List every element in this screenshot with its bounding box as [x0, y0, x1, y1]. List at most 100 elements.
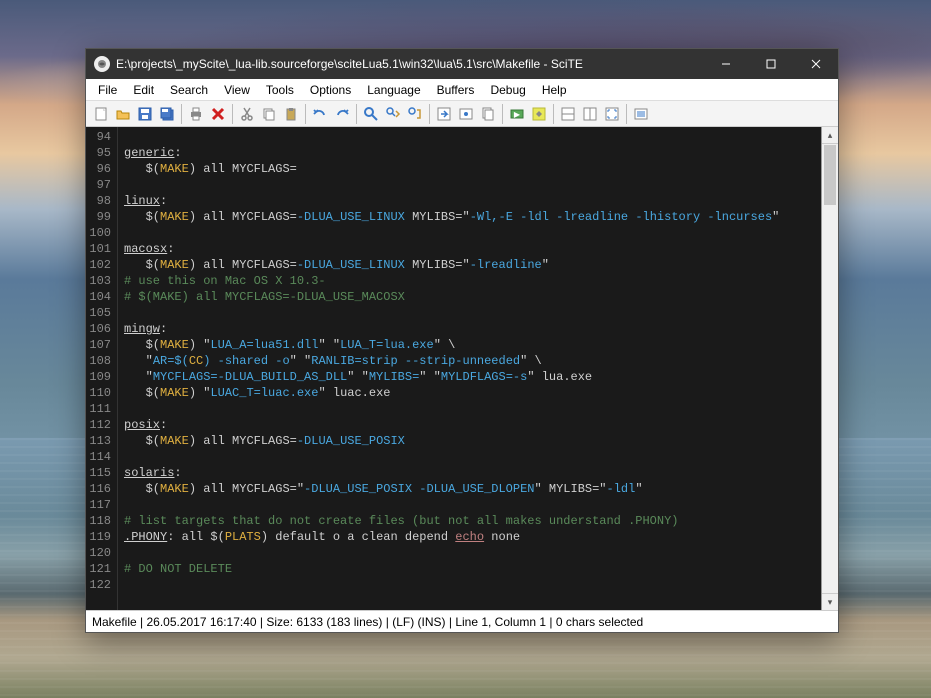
- compile-icon[interactable]: ▶: [506, 103, 528, 125]
- delete-icon[interactable]: [207, 103, 229, 125]
- scroll-thumb[interactable]: [824, 145, 836, 205]
- code-line[interactable]: [124, 545, 815, 561]
- code-line[interactable]: .PHONY: all $(PLATS) default o a clean d…: [124, 529, 815, 545]
- cut-icon[interactable]: [236, 103, 258, 125]
- menu-debug[interactable]: Debug: [482, 81, 533, 99]
- menu-help[interactable]: Help: [534, 81, 575, 99]
- line-number[interactable]: 96: [86, 161, 111, 177]
- code-line[interactable]: $(MAKE) all MYCFLAGS="-DLUA_USE_POSIX -D…: [124, 481, 815, 497]
- copy-icon[interactable]: [258, 103, 280, 125]
- code-line[interactable]: "MYCFLAGS=-DLUA_BUILD_AS_DLL" "MYLIBS=" …: [124, 369, 815, 385]
- code-line[interactable]: # DO NOT DELETE: [124, 561, 815, 577]
- line-number[interactable]: 101: [86, 241, 111, 257]
- line-number[interactable]: 109: [86, 369, 111, 385]
- save-icon[interactable]: [134, 103, 156, 125]
- code-line[interactable]: solaris:: [124, 465, 815, 481]
- line-number[interactable]: 115: [86, 465, 111, 481]
- code-line[interactable]: [124, 129, 815, 145]
- code-line[interactable]: # $(MAKE) all MYCFLAGS=-DLUA_USE_MACOSX: [124, 289, 815, 305]
- line-number[interactable]: 121: [86, 561, 111, 577]
- close-button[interactable]: [793, 49, 838, 79]
- code-line[interactable]: [124, 577, 815, 593]
- save-all-icon[interactable]: [156, 103, 178, 125]
- code-line[interactable]: [124, 305, 815, 321]
- line-number[interactable]: 111: [86, 401, 111, 417]
- code-line[interactable]: # list targets that do not create files …: [124, 513, 815, 529]
- code-line[interactable]: mingw:: [124, 321, 815, 337]
- code-line[interactable]: [124, 225, 815, 241]
- code-line[interactable]: # use this on Mac OS X 10.3-: [124, 273, 815, 289]
- minimize-button[interactable]: [703, 49, 748, 79]
- undo-icon[interactable]: [309, 103, 331, 125]
- code-line[interactable]: $(MAKE) all MYCFLAGS=-DLUA_USE_LINUX MYL…: [124, 257, 815, 273]
- bookmarks-icon[interactable]: [477, 103, 499, 125]
- line-number[interactable]: 107: [86, 337, 111, 353]
- line-number[interactable]: 114: [86, 449, 111, 465]
- line-gutter[interactable]: 9495969798991001011021031041051061071081…: [86, 127, 118, 610]
- find-icon[interactable]: [360, 103, 382, 125]
- line-number[interactable]: 106: [86, 321, 111, 337]
- line-number[interactable]: 108: [86, 353, 111, 369]
- line-number[interactable]: 94: [86, 129, 111, 145]
- line-number[interactable]: 120: [86, 545, 111, 561]
- goto-icon[interactable]: [433, 103, 455, 125]
- code-line[interactable]: $(MAKE) all MYCFLAGS=: [124, 161, 815, 177]
- code-line[interactable]: $(MAKE) "LUAC_T=luac.exe" luac.exe: [124, 385, 815, 401]
- line-number[interactable]: 100: [86, 225, 111, 241]
- maximize-button[interactable]: [748, 49, 793, 79]
- menu-file[interactable]: File: [90, 81, 125, 99]
- bookmark-icon[interactable]: [455, 103, 477, 125]
- titlebar[interactable]: E:\projects\_myScite\_lua-lib.sourceforg…: [86, 49, 838, 79]
- code-line[interactable]: $(MAKE) all MYCFLAGS=-DLUA_USE_LINUX MYL…: [124, 209, 815, 225]
- menu-language[interactable]: Language: [359, 81, 428, 99]
- line-number[interactable]: 116: [86, 481, 111, 497]
- line-number[interactable]: 118: [86, 513, 111, 529]
- line-number[interactable]: 104: [86, 289, 111, 305]
- menu-edit[interactable]: Edit: [125, 81, 162, 99]
- code-line[interactable]: macosx:: [124, 241, 815, 257]
- code-line[interactable]: "AR=$(CC) -shared -o" "RANLIB=strip --st…: [124, 353, 815, 369]
- menu-buffers[interactable]: Buffers: [429, 81, 483, 99]
- scroll-up-button[interactable]: ▴: [822, 127, 838, 144]
- code-line[interactable]: $(MAKE) "LUA_A=lua51.dll" "LUA_T=lua.exe…: [124, 337, 815, 353]
- find-next-icon[interactable]: [382, 103, 404, 125]
- build-icon[interactable]: [528, 103, 550, 125]
- code-line[interactable]: [124, 449, 815, 465]
- line-number[interactable]: 113: [86, 433, 111, 449]
- line-number[interactable]: 112: [86, 417, 111, 433]
- scroll-down-button[interactable]: ▾: [822, 593, 838, 610]
- line-number[interactable]: 99: [86, 209, 111, 225]
- split-h-icon[interactable]: [557, 103, 579, 125]
- line-number[interactable]: 95: [86, 145, 111, 161]
- line-number[interactable]: 97: [86, 177, 111, 193]
- line-number[interactable]: 122: [86, 577, 111, 593]
- line-number[interactable]: 110: [86, 385, 111, 401]
- paste-icon[interactable]: [280, 103, 302, 125]
- replace-icon[interactable]: [404, 103, 426, 125]
- menu-options[interactable]: Options: [302, 81, 359, 99]
- open-folder-icon[interactable]: [112, 103, 134, 125]
- code-line[interactable]: [124, 401, 815, 417]
- code-line[interactable]: posix:: [124, 417, 815, 433]
- new-file-icon[interactable]: [90, 103, 112, 125]
- code-area[interactable]: generic: $(MAKE) all MYCFLAGS= linux: $(…: [118, 127, 821, 610]
- code-line[interactable]: [124, 497, 815, 513]
- code-line[interactable]: $(MAKE) all MYCFLAGS=-DLUA_USE_POSIX: [124, 433, 815, 449]
- vertical-scrollbar[interactable]: ▴ ▾: [821, 127, 838, 610]
- code-line[interactable]: generic:: [124, 145, 815, 161]
- menu-view[interactable]: View: [216, 81, 258, 99]
- split-v-icon[interactable]: [579, 103, 601, 125]
- redo-icon[interactable]: [331, 103, 353, 125]
- menu-tools[interactable]: Tools: [258, 81, 302, 99]
- fullscreen-icon[interactable]: [601, 103, 623, 125]
- line-number[interactable]: 105: [86, 305, 111, 321]
- options-icon[interactable]: [630, 103, 652, 125]
- line-number[interactable]: 98: [86, 193, 111, 209]
- menu-search[interactable]: Search: [162, 81, 216, 99]
- line-number[interactable]: 119: [86, 529, 111, 545]
- code-line[interactable]: [124, 177, 815, 193]
- line-number[interactable]: 117: [86, 497, 111, 513]
- line-number[interactable]: 102: [86, 257, 111, 273]
- line-number[interactable]: 103: [86, 273, 111, 289]
- code-line[interactable]: linux:: [124, 193, 815, 209]
